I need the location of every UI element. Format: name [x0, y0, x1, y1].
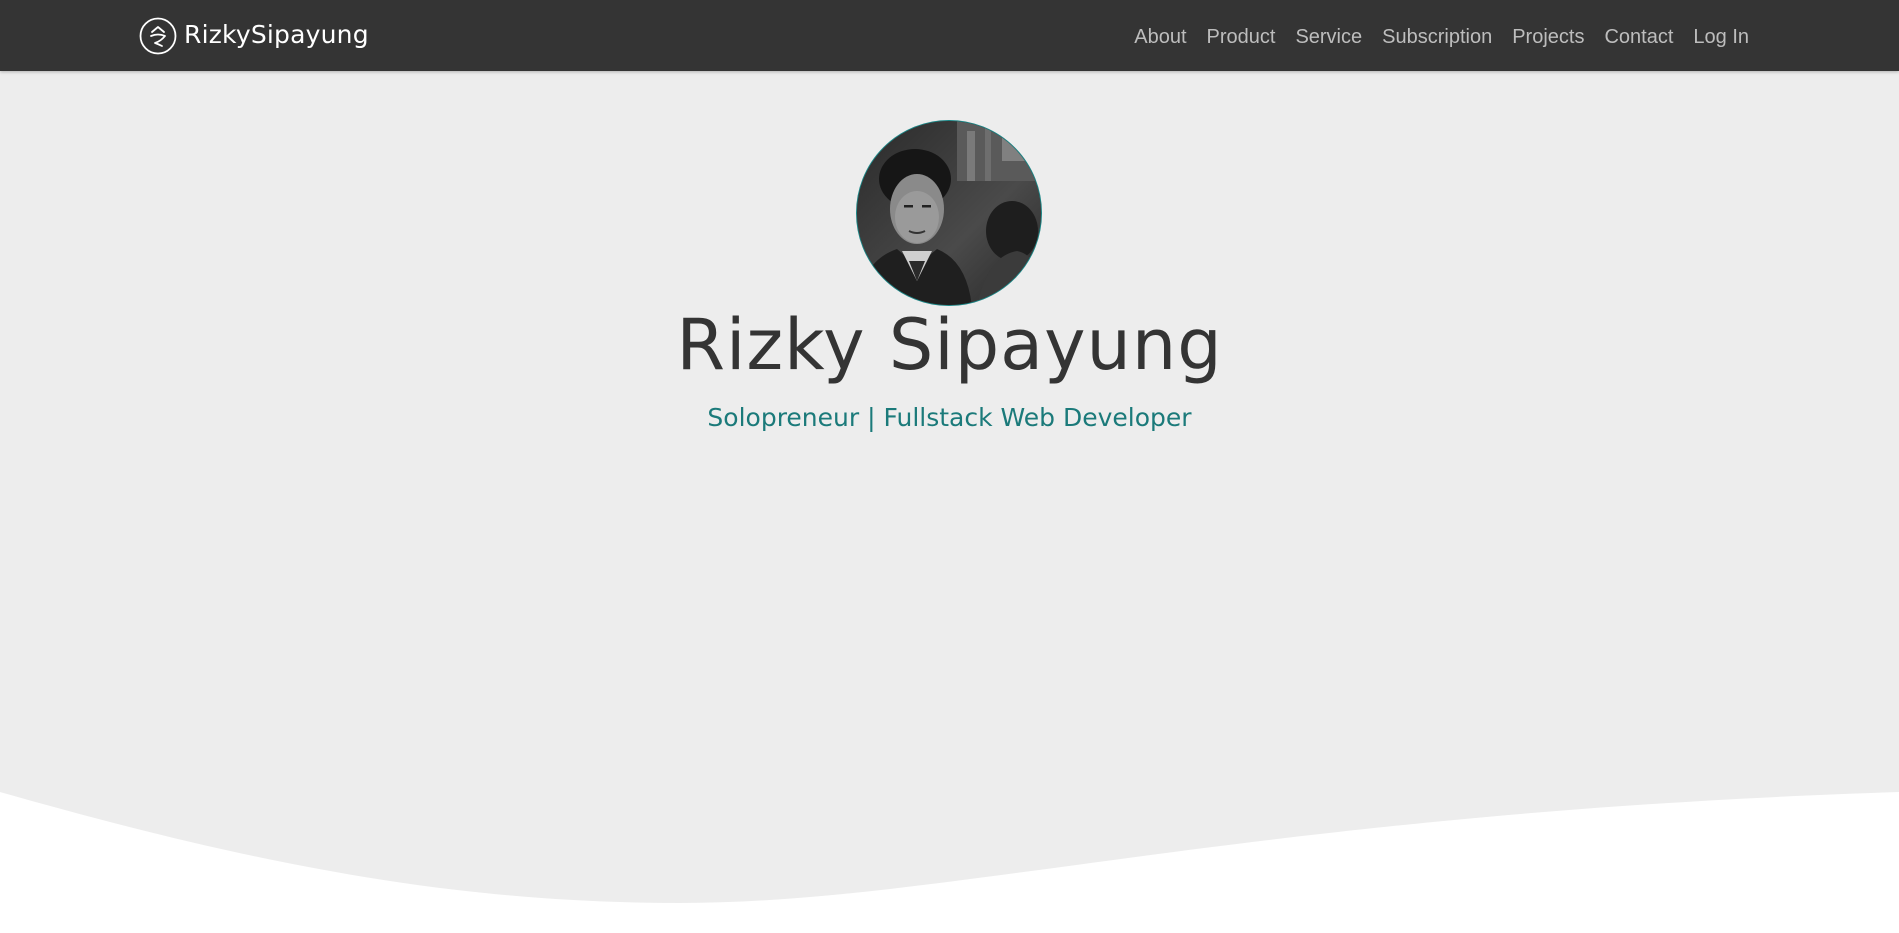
nav-link-about[interactable]: About — [1134, 26, 1186, 49]
nav-link-product[interactable]: Product — [1207, 26, 1276, 49]
nav-link-contact[interactable]: Contact — [1604, 26, 1673, 49]
circle-logo-icon — [139, 17, 177, 55]
nav-link-subscription[interactable]: Subscription — [1382, 26, 1492, 49]
brand-link[interactable]: RizkySipayung — [139, 16, 369, 56]
nav-link-service[interactable]: Service — [1295, 26, 1362, 49]
nav-menu: About Product Service Subscription Proje… — [1114, 0, 1749, 71]
nav-link-projects[interactable]: Projects — [1512, 26, 1584, 49]
hero-tagline: Solopreneur | Fullstack Web Developer — [707, 403, 1192, 432]
hero-name: Rizky Sipayung — [676, 304, 1223, 386]
nav-link-login[interactable]: Log In — [1693, 26, 1749, 49]
brand-name: RizkySipayung — [184, 19, 369, 49]
top-navbar: RizkySipayung About Product Service Subs… — [0, 0, 1899, 71]
hero-section: Rizky Sipayung Solopreneur | Fullstack W… — [0, 71, 1899, 933]
avatar — [856, 120, 1042, 306]
wave-divider — [0, 792, 1899, 933]
profile-photo — [857, 121, 1041, 305]
